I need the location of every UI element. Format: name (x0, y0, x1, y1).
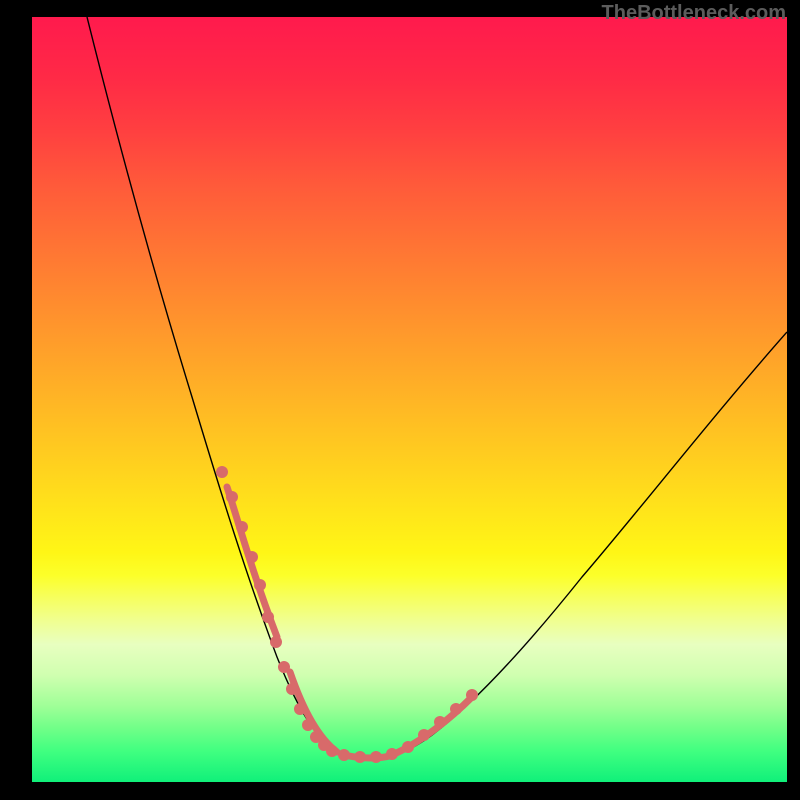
highlight-dots (216, 466, 478, 763)
curve-path (87, 17, 787, 759)
bottleneck-curve (32, 17, 787, 782)
chart-frame: TheBottleneck.com (0, 0, 800, 800)
